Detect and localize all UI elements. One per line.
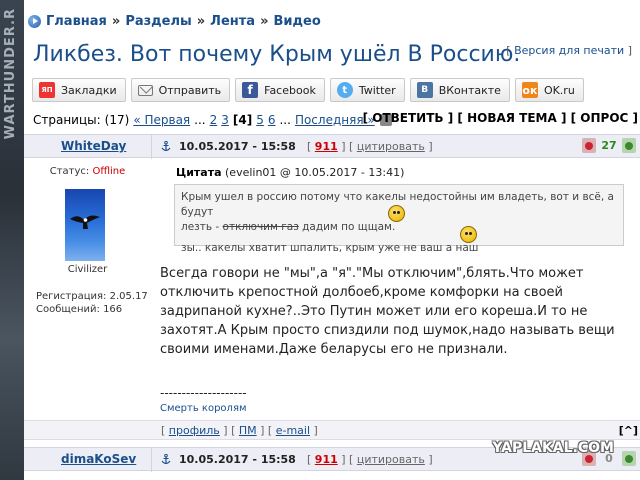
smiley-icon: [460, 226, 477, 243]
print-version: [ Версия для печати ]: [506, 44, 632, 57]
rate-down-icon[interactable]: [582, 138, 596, 153]
poll-button[interactable]: [ ОПРОС ]: [571, 111, 638, 125]
page-title: Ликбез. Вот почему Крым ушёл В Россию.: [33, 42, 521, 67]
pagination-ellipsis: ...: [194, 113, 206, 127]
quote-post-link[interactable]: цитировать: [357, 140, 425, 153]
share-send-button[interactable]: Отправить: [130, 78, 231, 102]
post-number-link[interactable]: 911: [315, 453, 338, 466]
post-number-link[interactable]: 911: [315, 140, 338, 153]
post-number-group: [ 911 ] [ цитировать ]: [307, 453, 433, 466]
share-twitter-button[interactable]: t Twitter: [329, 78, 405, 102]
rate-up-icon[interactable]: [622, 138, 636, 153]
breadcrumb-separator: »: [111, 13, 121, 29]
post-author-link[interactable]: dimaKoSev: [61, 452, 136, 466]
breadcrumb-sections[interactable]: Разделы: [125, 14, 191, 29]
profile-link[interactable]: профиль: [169, 424, 220, 437]
anchor-icon[interactable]: [161, 141, 171, 152]
signature: Смерть королям: [160, 403, 247, 414]
user-reg-date: 2.05.17: [109, 291, 148, 302]
side-banner-strip: WARTHUNDER.R: [0, 0, 24, 480]
post-footer-links: [ профиль ] [ ПМ ] [ e-mail ]: [161, 424, 318, 437]
rating-value: 27: [601, 139, 617, 152]
scroll-top-link[interactable]: [^]: [619, 424, 638, 437]
post-divider: [151, 448, 152, 472]
post-divider: [151, 135, 152, 159]
share-vkontakte-button[interactable]: В ВКонтакте: [409, 78, 510, 102]
vkontakte-icon: В: [416, 82, 433, 98]
twitter-icon: t: [336, 82, 353, 98]
new-topic-button[interactable]: [ НОВАЯ ТЕМА ]: [457, 111, 566, 125]
quote-header: Цитата (evelin01 @ 10.05.2017 - 13:41): [176, 166, 405, 179]
rate-up-icon[interactable]: [622, 451, 636, 466]
user-title: Civilizer: [67, 264, 108, 275]
pagination-label: Страницы:: [33, 113, 101, 127]
odnoklassniki-icon: ок: [521, 82, 538, 98]
share-label: Закладки: [61, 83, 117, 97]
facebook-icon: f: [242, 82, 259, 98]
post-rating: 27: [582, 138, 636, 153]
pagination-row: Страницы: (17) « Первая ... 2 3 [4] 5 6 …: [33, 111, 640, 129]
quote-post-link[interactable]: цитировать: [357, 453, 425, 466]
email-link[interactable]: e-mail: [276, 424, 310, 437]
status-offline: Offline: [92, 166, 126, 177]
share-label: Facebook: [264, 83, 316, 97]
avatar: [65, 189, 105, 261]
post-footer: [ профиль ] [ ПМ ] [ e-mail ] [^]: [24, 420, 640, 440]
share-bookmarks-button[interactable]: ЯП Закладки: [32, 78, 126, 102]
post-date: 10.05.2017 - 15:58: [179, 140, 296, 153]
reply-button[interactable]: [ ОТВЕТИТЬ ]: [363, 111, 454, 125]
breadcrumb-home[interactable]: Главная: [46, 14, 107, 29]
page-first-link[interactable]: « Первая: [133, 113, 190, 127]
side-banner-text: WARTHUNDER.R: [3, 8, 18, 140]
user-status: Статус: Offline: [49, 166, 126, 177]
user-msg-count: 166: [103, 304, 123, 315]
post-header: WhiteDay 10.05.2017 - 15:58 [ 911 ] [ ци…: [24, 134, 640, 159]
post-text: Всегда говори не "мы",а "я"."Мы отключим…: [160, 266, 615, 357]
quote-meta: (evelin01 @ 10.05.2017 - 13:41): [225, 166, 405, 179]
share-bar: ЯП Закладки Отправить f Facebook t Twitt…: [32, 78, 584, 102]
quote-box: Крым ушел в россию потому что какелы нед…: [174, 184, 624, 254]
page-6-link[interactable]: 6: [268, 113, 276, 127]
quote-line: зы.. какелы хватит шпалить, крым уже не …: [181, 242, 479, 254]
pagination-count: (17): [104, 113, 130, 127]
share-label: Twitter: [358, 83, 396, 97]
post-date: 10.05.2017 - 15:58: [179, 453, 296, 466]
anchor-icon[interactable]: [161, 454, 171, 465]
mail-icon: [137, 84, 153, 96]
breadcrumb-separator: »: [260, 13, 269, 29]
print-version-link[interactable]: Версия для печати: [514, 44, 624, 57]
share-facebook-button[interactable]: f Facebook: [235, 78, 325, 102]
share-ok-button[interactable]: ок OK.ru: [514, 78, 584, 102]
strikethrough-text: отключим газ: [222, 221, 299, 233]
signature-divider: --------------------: [160, 386, 247, 400]
eagle-icon: [70, 215, 100, 229]
site-watermark: YAPLAKAL.COM: [492, 440, 614, 456]
page-current: [4]: [232, 113, 253, 127]
user-stats: Регистрация: 2.05.17 Сообщений: 166: [36, 291, 148, 315]
post-number-group: [ 911 ] [ цитировать ]: [307, 140, 433, 153]
page-5-link[interactable]: 5: [256, 113, 264, 127]
topic-actions: [ ОТВЕТИТЬ ] [ НОВАЯ ТЕМА ] [ ОПРОС ]: [363, 111, 638, 125]
pagination-ellipsis: ...: [279, 113, 291, 127]
breadcrumb-video[interactable]: Видео: [273, 14, 320, 29]
yandex-bookmarks-icon: ЯП: [39, 82, 55, 98]
page-2-link[interactable]: 2: [210, 113, 218, 127]
share-label: ВКонтакте: [438, 83, 501, 97]
page-3-link[interactable]: 3: [221, 113, 229, 127]
share-label: Отправить: [158, 83, 222, 97]
breadcrumb: Главная » Разделы » Лента » Видео: [28, 12, 321, 30]
breadcrumb-feed[interactable]: Лента: [210, 14, 255, 29]
quote-line: лезть - отключим газ дадим по щщам.: [181, 221, 396, 233]
smiley-icon: [388, 205, 405, 222]
share-label: OK.ru: [543, 83, 575, 97]
breadcrumb-separator: »: [196, 13, 206, 29]
home-arrow-icon: [28, 14, 41, 28]
pm-link[interactable]: ПМ: [239, 424, 257, 437]
post-author-link[interactable]: WhiteDay: [61, 139, 126, 153]
